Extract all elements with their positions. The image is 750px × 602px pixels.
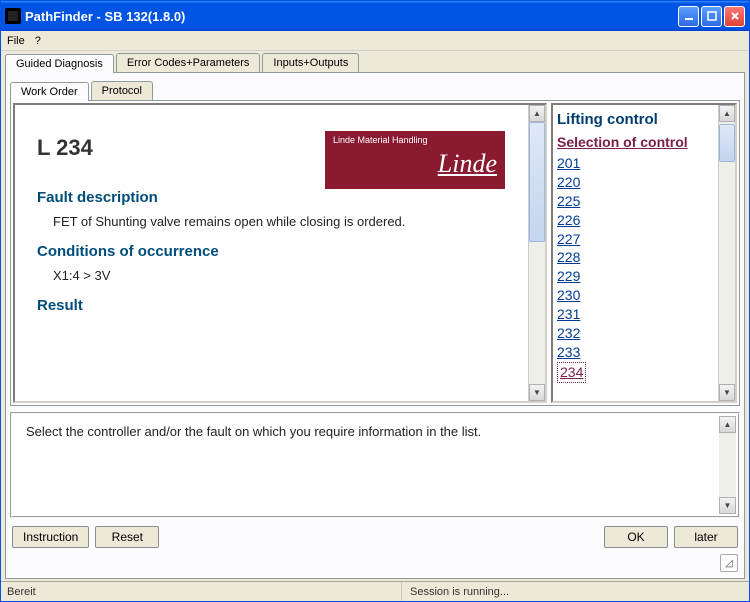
menu-help[interactable]: ?	[35, 35, 41, 47]
fault-description-text: FET of Shunting valve remains open while…	[53, 214, 512, 229]
code-list-pane: Lifting control Selection of control 201…	[551, 103, 737, 403]
fault-description-heading: Fault description	[37, 189, 512, 206]
scroll-down-icon[interactable]: ▼	[719, 497, 736, 514]
brand-logo-small: Linde Material Handling	[333, 135, 497, 145]
code-link[interactable]: 225	[557, 192, 714, 211]
conditions-heading: Conditions of occurrence	[37, 243, 512, 260]
instruction-text: Select the controller and/or the fault o…	[26, 424, 481, 439]
tab-work-order[interactable]: Work Order	[10, 82, 89, 101]
ok-button[interactable]: OK	[604, 526, 668, 548]
main-tabs: Guided Diagnosis Error Codes+Parameters …	[5, 53, 745, 72]
code-link[interactable]: 232	[557, 324, 714, 343]
conditions-text: X1:4 > 3V	[53, 268, 512, 283]
code-link[interactable]: 233	[557, 343, 714, 362]
scroll-up-icon[interactable]: ▲	[529, 105, 545, 122]
scroll-thumb[interactable]	[719, 124, 735, 162]
tab-error-codes[interactable]: Error Codes+Parameters	[116, 53, 261, 72]
scroll-track[interactable]	[719, 433, 736, 497]
left-pane-scrollbar[interactable]: ▲ ▼	[528, 105, 545, 401]
instruction-button[interactable]: Instruction	[12, 526, 89, 548]
status-right: Session is running...	[402, 586, 509, 598]
minimize-button[interactable]	[678, 6, 699, 27]
code-link[interactable]: 231	[557, 305, 714, 324]
client-area: Guided Diagnosis Error Codes+Parameters …	[1, 51, 749, 581]
fault-detail-pane: L 234 Fault description FET of Shunting …	[13, 103, 547, 403]
window-title: PathFinder - SB 132(1.8.0)	[25, 9, 678, 24]
right-pane-scrollbar[interactable]: ▲ ▼	[718, 105, 735, 401]
tab-protocol[interactable]: Protocol	[91, 81, 153, 100]
panels: L 234 Fault description FET of Shunting …	[10, 100, 740, 406]
close-button[interactable]	[724, 6, 745, 27]
code-link[interactable]: 230	[557, 286, 714, 305]
tab-content: Work Order Protocol L 234 Fault descript…	[5, 72, 745, 579]
scroll-track[interactable]	[719, 122, 735, 384]
selection-of-control-link[interactable]: Selection of control	[557, 134, 714, 150]
code-link[interactable]: 229	[557, 267, 714, 286]
instruction-panel: Select the controller and/or the fault o…	[10, 412, 740, 518]
code-link[interactable]: 227	[557, 230, 714, 249]
reset-button[interactable]: Reset	[95, 526, 159, 548]
app-icon	[5, 8, 21, 24]
code-link[interactable]: 220	[557, 173, 714, 192]
code-list-content: Lifting control Selection of control 201…	[553, 105, 718, 401]
brand-logo-big: Linde	[333, 149, 497, 179]
menu-file[interactable]: File	[7, 35, 25, 47]
code-link[interactable]: 226	[557, 211, 714, 230]
brand-logo: Linde Material Handling Linde	[325, 131, 505, 189]
scroll-track[interactable]	[529, 122, 545, 384]
titlebar: PathFinder - SB 132(1.8.0)	[1, 1, 749, 31]
result-heading: Result	[37, 297, 512, 314]
status-left: Bereit	[7, 582, 402, 601]
later-button[interactable]: later	[674, 526, 738, 548]
scroll-up-icon[interactable]: ▲	[719, 105, 735, 122]
instruction-scrollbar[interactable]: ▲ ▼	[719, 416, 736, 514]
tab-inputs-outputs[interactable]: Inputs+Outputs	[262, 53, 359, 72]
scroll-down-icon[interactable]: ▼	[719, 384, 735, 401]
lifting-control-heading: Lifting control	[557, 111, 714, 128]
maximize-button[interactable]	[701, 6, 722, 27]
code-link[interactable]: 201	[557, 154, 714, 173]
tab-guided-diagnosis[interactable]: Guided Diagnosis	[5, 54, 114, 73]
app-window: PathFinder - SB 132(1.8.0) File ? Guided…	[0, 0, 750, 602]
menubar: File ?	[1, 31, 749, 51]
button-row: Instruction Reset OK later	[10, 522, 740, 552]
statusbar: Bereit Session is running...	[1, 581, 749, 601]
code-link-selected[interactable]: 234	[557, 362, 586, 383]
window-controls	[678, 6, 745, 27]
resize-grip-icon[interactable]: ◿	[720, 554, 738, 572]
scroll-thumb[interactable]	[529, 122, 545, 242]
sub-tabs: Work Order Protocol	[10, 81, 740, 100]
code-link[interactable]: 228	[557, 248, 714, 267]
scroll-down-icon[interactable]: ▼	[529, 384, 545, 401]
scroll-up-icon[interactable]: ▲	[719, 416, 736, 433]
